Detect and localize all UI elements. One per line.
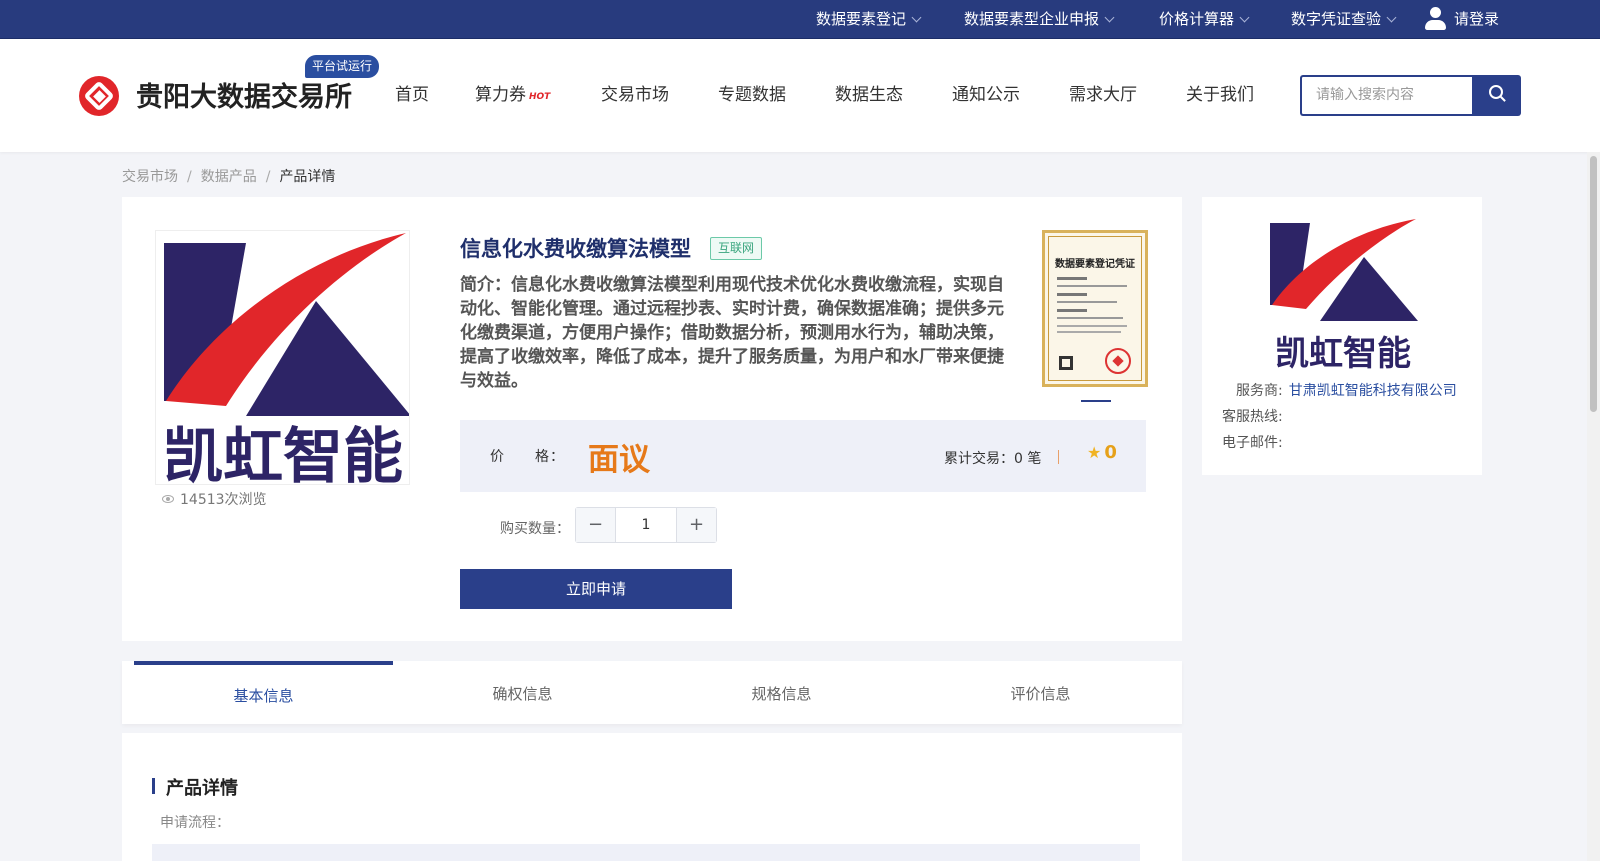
product-image: 凯虹智能 [155, 230, 410, 485]
trial-badge: 平台试运行 [305, 55, 380, 78]
apply-button[interactable]: 立即申请 [460, 569, 732, 609]
quantity-input[interactable]: 1 [616, 508, 676, 542]
application-flow-box [152, 844, 1140, 861]
site-title[interactable]: 贵阳大数据交易所 [136, 75, 352, 114]
divider [1058, 450, 1059, 464]
topbar-price-calculator[interactable]: 价格计算器 [1159, 0, 1250, 39]
nav-topic-data[interactable]: 专题数据 [718, 80, 786, 105]
search-button[interactable] [1472, 75, 1521, 116]
nav-trading-market[interactable]: 交易市场 [601, 80, 669, 105]
nav-demand-hall[interactable]: 需求大厅 [1069, 80, 1137, 105]
application-flow-label: 申请流程： [160, 815, 230, 831]
nav-compute-voucher[interactable]: 算力券 HOT [475, 80, 550, 105]
tab-basic-info[interactable]: 基本信息 [134, 661, 393, 724]
certificate-title: 数据要素登记凭证 [1055, 259, 1135, 270]
nav-home[interactable]: 首页 [395, 80, 429, 105]
site-header: 贵阳大数据交易所 平台试运行 首页 算力券 HOT 交易市场 专题数据 数据生态 … [0, 39, 1600, 152]
view-count: 14513次浏览 [162, 489, 267, 509]
quantity-label: 购买数量： [500, 521, 570, 537]
hot-badge: HOT [529, 92, 551, 102]
topbar-certificate-check[interactable]: 数字凭证查验 [1291, 0, 1397, 39]
product-image-logo-text: 凯虹智能 [163, 422, 403, 485]
section-title: 产品详情 [166, 778, 238, 799]
chevron-down-icon [1104, 12, 1115, 23]
total-transactions: 累计交易：0 笔 [944, 451, 1042, 467]
quantity-stepper: − 1 + [575, 507, 717, 543]
quantity-decrease-button[interactable]: − [576, 508, 616, 542]
tab-reviews[interactable]: 评价信息 [911, 661, 1170, 724]
product-card: 凯虹智能 14513次浏览 信息化水费收缴算法模型 互联网 简介：信息化水费收缴… [122, 197, 1182, 641]
seal-icon [1105, 348, 1131, 374]
provider-row: 服务商: 甘肃凯虹智能科技有限公司 [1236, 383, 1457, 399]
breadcrumb-trading-market[interactable]: 交易市场 [122, 169, 178, 185]
search-input[interactable]: 请输入搜索内容 [1300, 75, 1472, 116]
price-value: 面议 [588, 442, 650, 478]
nav-data-ecosystem[interactable]: 数据生态 [835, 80, 903, 105]
star-icon: ★ [1087, 443, 1102, 462]
topbar-enterprise-declaration[interactable]: 数据要素型企业申报 [964, 0, 1115, 39]
topbar-data-registration[interactable]: 数据要素登记 [816, 0, 922, 39]
chevron-down-icon [1239, 12, 1250, 23]
provider-logo: 凯虹智能 [1268, 217, 1418, 374]
price-label: 价 格： [490, 449, 565, 465]
breadcrumb-data-products[interactable]: 数据产品 [201, 169, 257, 185]
tab-spec-info[interactable]: 规格信息 [652, 661, 911, 724]
section-marker [152, 778, 155, 794]
tab-rights-info[interactable]: 确权信息 [393, 661, 652, 724]
breadcrumb-current: 产品详情 [279, 169, 336, 185]
email-row: 电子邮件: [1222, 435, 1283, 451]
top-utility-bar: 数据要素登记 数据要素型企业申报 价格计算器 数字凭证查验 请登录 [0, 0, 1600, 39]
nav-notices[interactable]: 通知公示 [952, 80, 1020, 105]
user-icon [1424, 7, 1446, 31]
breadcrumb: 交易市场 / 数据产品 / 产品详情 [122, 169, 336, 185]
product-intro: 简介：信息化水费收缴算法模型利用现代技术优化水费收缴流程，实现自动化、智能化管理… [460, 275, 1004, 391]
registration-certificate[interactable]: 数据要素登记凭证 [1042, 230, 1148, 387]
hotline-row: 客服热线: [1222, 409, 1283, 425]
chevron-down-icon [1386, 12, 1397, 23]
quantity-increase-button[interactable]: + [676, 508, 716, 542]
site-logo-icon[interactable] [79, 76, 119, 116]
page-scrollbar[interactable] [1587, 152, 1600, 861]
provider-card: 凯虹智能 服务商: 甘肃凯虹智能科技有限公司 客服热线: 电子邮件: [1202, 197, 1482, 475]
category-tag: 互联网 [710, 237, 763, 260]
product-title: 信息化水费收缴算法模型 [460, 237, 691, 261]
detail-tabs: 基本信息 确权信息 规格信息 评价信息 [122, 661, 1182, 724]
scrollbar-thumb[interactable] [1590, 156, 1597, 412]
provider-name-link[interactable]: 甘肃凯虹智能科技有限公司 [1289, 383, 1457, 399]
certificate-indicator [1081, 400, 1111, 402]
chevron-down-icon [911, 12, 922, 23]
price-box: 价 格： 面议 累计交易：0 笔 ★ 0 [460, 420, 1146, 492]
login-link[interactable]: 请登录 [1425, 0, 1499, 39]
qr-code-icon [1059, 356, 1073, 370]
product-detail-section: 产品详情 申请流程： [122, 733, 1182, 861]
provider-logo-text: 凯虹智能 [1275, 334, 1411, 374]
rating: ★ 0 [1087, 442, 1117, 463]
nav-about-us[interactable]: 关于我们 [1186, 80, 1254, 105]
eye-icon [162, 495, 174, 503]
